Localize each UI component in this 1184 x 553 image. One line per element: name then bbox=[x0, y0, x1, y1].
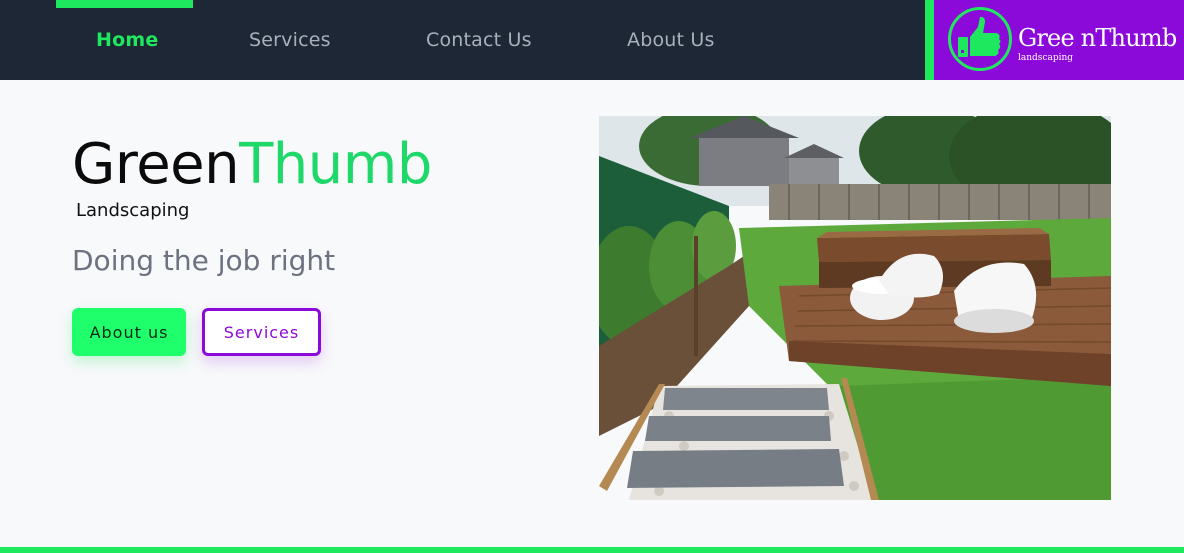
logo-panel: Gree nThumb landscaping bbox=[934, 0, 1184, 80]
thumbs-up-icon bbox=[948, 7, 1012, 71]
hero-subtitle: Landscaping bbox=[76, 200, 190, 221]
hero-tagline: Doing the job right bbox=[72, 244, 336, 277]
nav-item-about-us[interactable]: About Us bbox=[627, 0, 715, 80]
top-nav-bar: Home Services Contact Us About Us Gree n… bbox=[0, 0, 1184, 80]
services-button[interactable]: Services bbox=[202, 308, 321, 356]
hero-title-green: Green bbox=[72, 132, 240, 197]
hero-title-thumb: Thumb bbox=[239, 132, 432, 197]
logo-subtitle: landscaping bbox=[1018, 53, 1074, 63]
logo-title: Gree nThumb bbox=[1018, 24, 1177, 52]
nav-item-contact-us[interactable]: Contact Us bbox=[426, 0, 532, 80]
about-us-button[interactable]: About us bbox=[72, 308, 186, 356]
nav-item-home[interactable]: Home bbox=[96, 0, 158, 80]
logo[interactable]: Gree nThumb landscaping bbox=[925, 0, 1184, 80]
footer-accent-line bbox=[0, 547, 1184, 553]
hero-title: GreenThumb bbox=[72, 133, 432, 197]
hero-garden-image bbox=[599, 116, 1111, 500]
nav-item-services[interactable]: Services bbox=[249, 0, 331, 80]
